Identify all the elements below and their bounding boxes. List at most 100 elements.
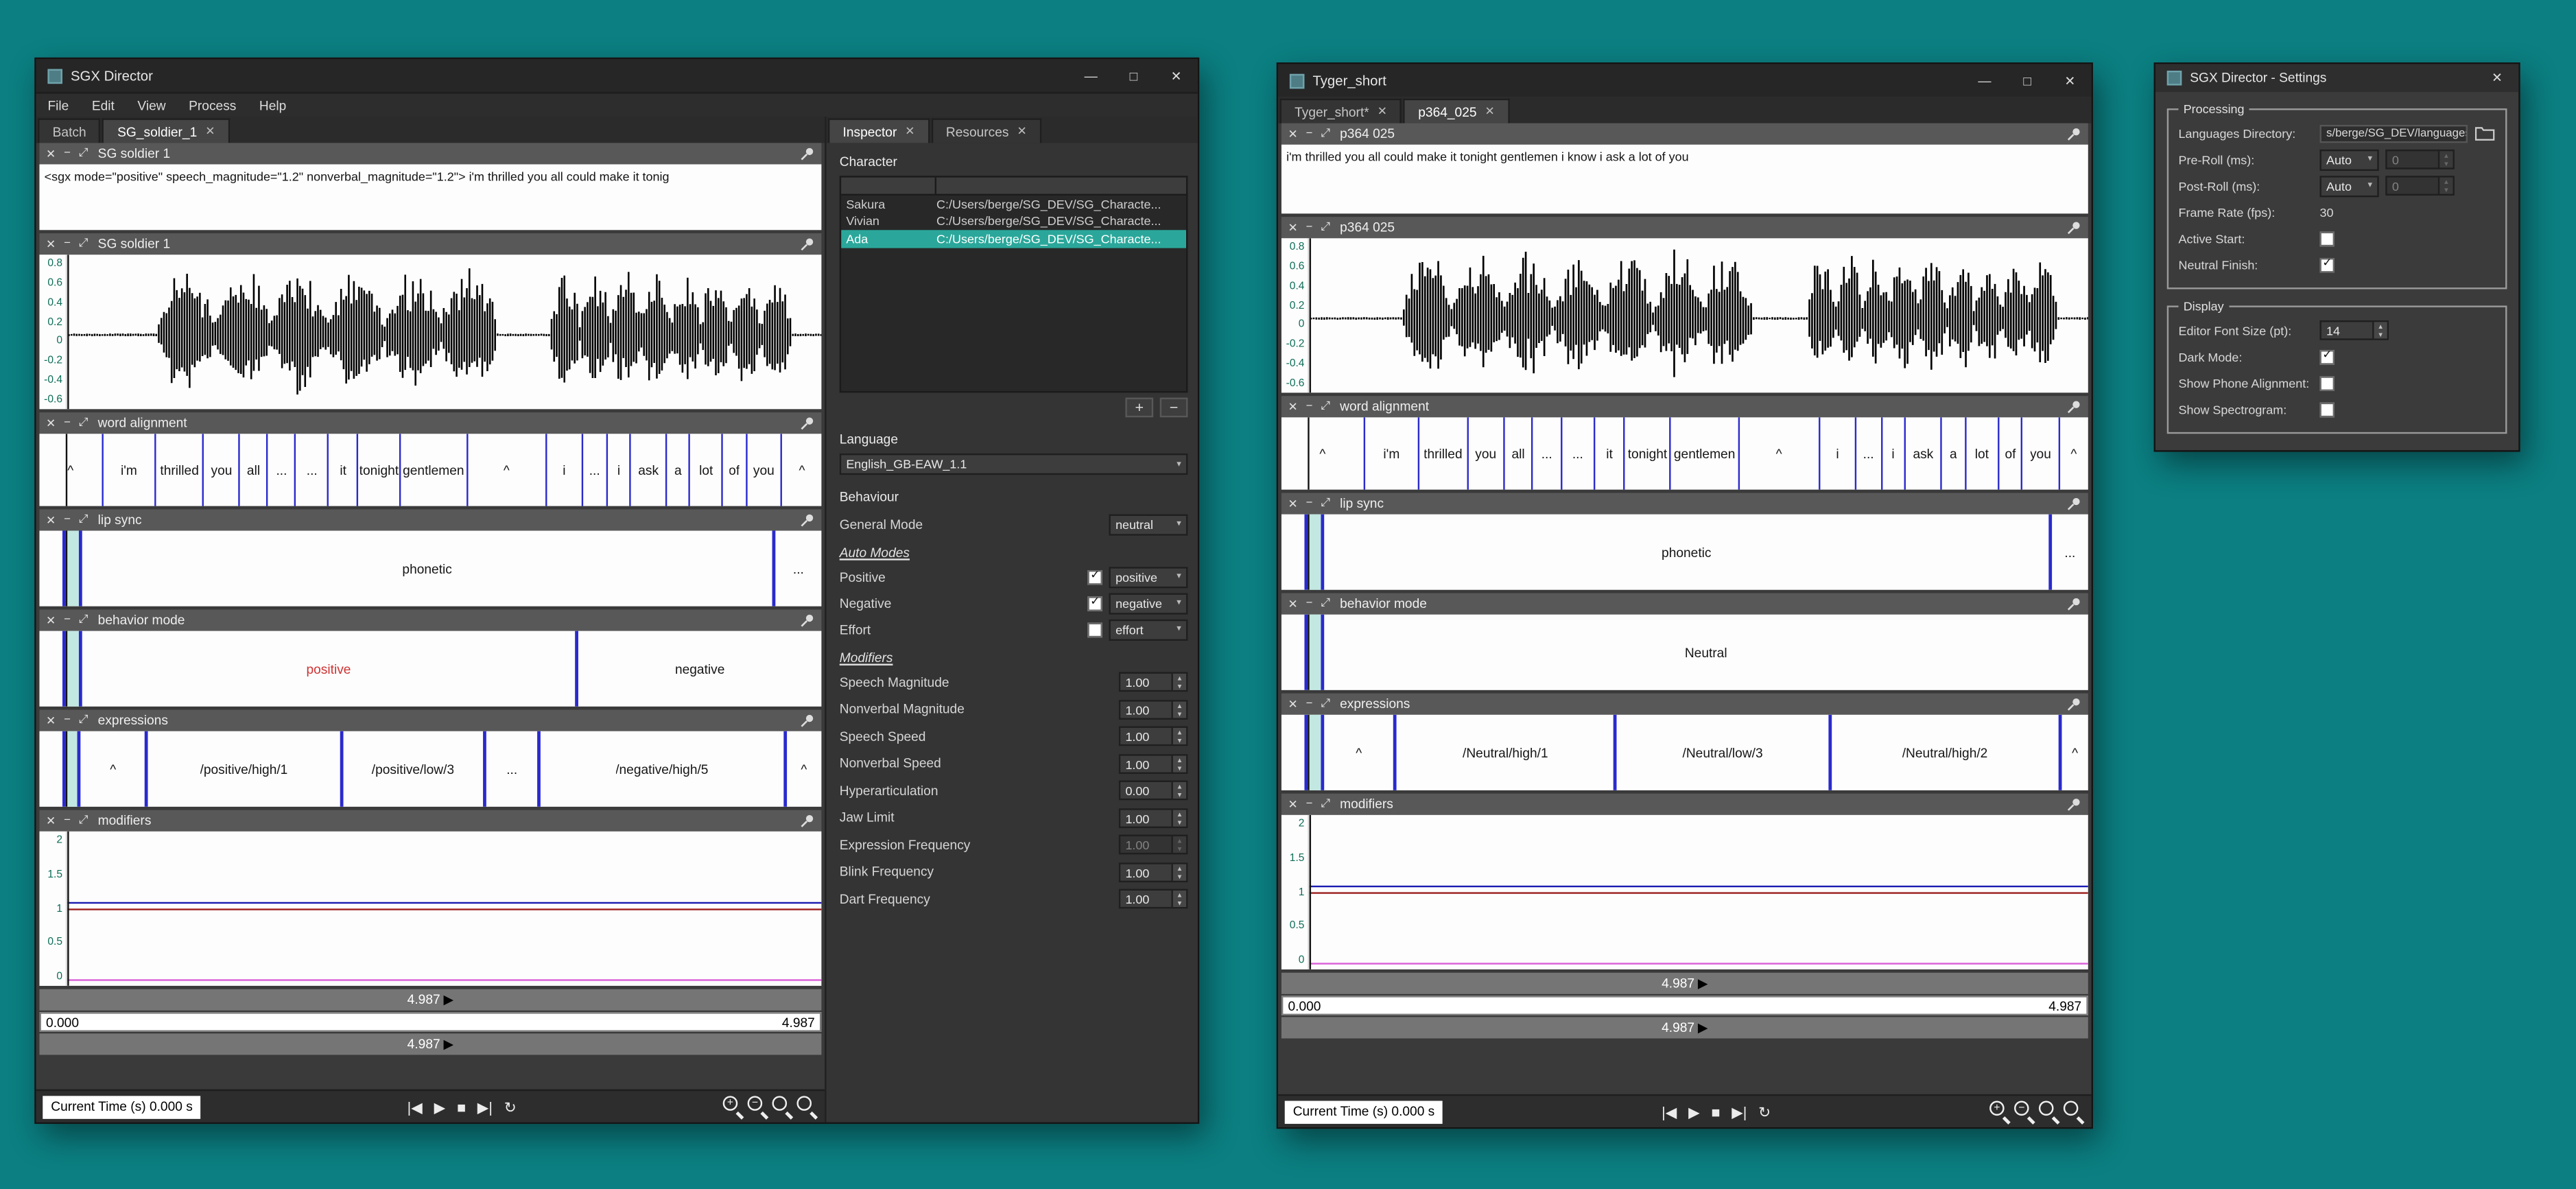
sgx-text-editor[interactable]: <sgx mode="positive" speech_magnitude="1… (39, 164, 821, 230)
word-segment[interactable]: ^ (39, 434, 102, 506)
expression-segment[interactable] (1281, 715, 1305, 790)
modifier-spinbox[interactable]: 1.00 ▲ ▼ (1119, 862, 1188, 882)
tab-tyger-short[interactable]: Tyger_short* ✕ (1280, 99, 1402, 123)
word-segment[interactable]: all (239, 434, 267, 506)
playhead[interactable] (66, 531, 67, 607)
spin-up-icon[interactable]: ▲ (1173, 837, 1186, 845)
word-segment[interactable]: of (1998, 417, 2022, 489)
expression-segment[interactable]: ^ (78, 731, 145, 807)
pin-icon[interactable] (2067, 399, 2082, 414)
spin-up-icon[interactable]: ▲ (1173, 891, 1186, 899)
word-segment[interactable]: a (1941, 417, 1965, 489)
active-start-checkbox[interactable] (2319, 231, 2335, 246)
zoom-in-button[interactable]: + (723, 1096, 744, 1117)
pin-icon[interactable] (2067, 496, 2082, 511)
panel-collapse-icon[interactable]: − (1306, 698, 1313, 710)
panel-expand-icon[interactable]: ⤢ (1321, 497, 1330, 510)
panel-collapse-icon[interactable]: − (1306, 498, 1313, 510)
auto-mode-select[interactable]: effort ▾ (1109, 619, 1187, 640)
auto-mode-checkbox[interactable]: ✓ (1087, 569, 1102, 585)
spin-up-icon[interactable]: ▲ (1173, 755, 1186, 764)
zoom-out-button[interactable]: − (2014, 1101, 2035, 1122)
word-segment[interactable]: ... (267, 434, 295, 506)
panel-close-icon[interactable]: ✕ (1288, 497, 1298, 510)
panel-collapse-icon[interactable]: − (64, 417, 71, 429)
post-roll-mode-select[interactable]: Auto ▾ (2319, 175, 2378, 196)
playhead[interactable] (67, 832, 69, 986)
word-segment[interactable]: i'm (102, 434, 154, 506)
menu-item[interactable]: Edit (80, 97, 126, 113)
minimize-button[interactable]: — (1963, 64, 2006, 97)
word-segment[interactable]: all (1503, 417, 1532, 489)
maximize-button[interactable]: □ (2006, 64, 2048, 97)
panel-collapse-icon[interactable]: − (64, 715, 71, 727)
panel-close-icon[interactable]: ✕ (1288, 128, 1298, 141)
modifier-spinbox[interactable]: 1.00 ▲ ▼ (1119, 700, 1188, 720)
spin-down-icon[interactable]: ▼ (1173, 872, 1186, 880)
text-editor[interactable]: i'm thrilled you all could make it tonig… (1281, 145, 2088, 214)
panel-expand-icon[interactable]: ⤢ (1321, 400, 1330, 413)
pin-icon[interactable] (2067, 220, 2082, 235)
spin-down-icon[interactable]: ▼ (1173, 790, 1186, 799)
modifier-spinbox[interactable]: 1.00 ▲ ▼ (1119, 835, 1188, 855)
character-row[interactable]: Sakura C:/Users/berge/SG_DEV/SG_Characte… (841, 196, 1186, 213)
word-segment[interactable]: i'm (1364, 417, 1418, 489)
waveform-plot[interactable] (1308, 238, 2088, 392)
word-segment[interactable]: ... (295, 434, 328, 506)
expression-segment[interactable] (39, 731, 62, 807)
spin-down-icon[interactable]: ▼ (2439, 186, 2453, 194)
panel-collapse-icon[interactable]: − (64, 238, 71, 250)
lip-sync-segment[interactable]: ... (772, 531, 822, 607)
panel-close-icon[interactable]: ✕ (46, 714, 56, 727)
panel-close-icon[interactable]: ✕ (46, 513, 56, 526)
playhead[interactable] (1308, 515, 1309, 590)
loop-button[interactable]: ↻ (1755, 1100, 1774, 1123)
word-segment[interactable]: a (665, 434, 689, 506)
spin-down-icon[interactable]: ▼ (1173, 845, 1186, 854)
spin-up-icon[interactable]: ▲ (1173, 674, 1186, 682)
panel-collapse-icon[interactable]: − (1306, 598, 1313, 610)
tab-resources[interactable]: Resources ✕ (931, 118, 1041, 143)
panel-close-icon[interactable]: ✕ (1288, 698, 1298, 711)
playhead[interactable] (66, 631, 67, 707)
timeline-ruler-bottom[interactable]: 4.987 ▶ (1281, 1017, 2088, 1038)
word-segment[interactable]: i (545, 434, 581, 506)
lip-sync-segment[interactable] (1305, 515, 1321, 590)
zoom-selection-button[interactable] (796, 1096, 818, 1117)
spin-up-icon[interactable]: ▲ (2439, 178, 2453, 186)
auto-mode-checkbox[interactable] (1087, 622, 1102, 637)
pre-roll-mode-select[interactable]: Auto ▾ (2319, 149, 2378, 170)
word-segment[interactable]: you (745, 434, 781, 506)
pin-icon[interactable] (800, 813, 815, 828)
pin-icon[interactable] (800, 416, 815, 431)
pin-icon[interactable] (800, 613, 815, 628)
word-segment[interactable]: ask (630, 434, 665, 506)
folder-browse-icon[interactable] (2474, 125, 2496, 141)
spin-up-icon[interactable]: ▲ (1173, 864, 1186, 872)
panel-collapse-icon[interactable]: − (64, 515, 71, 526)
panel-expand-icon[interactable]: ⤢ (1321, 221, 1330, 234)
pin-icon[interactable] (2067, 126, 2082, 141)
panel-close-icon[interactable]: ✕ (1288, 798, 1298, 811)
panel-close-icon[interactable]: ✕ (46, 147, 56, 160)
word-segment[interactable]: ^ (1281, 417, 1364, 489)
play-button[interactable]: ▶ (431, 1095, 449, 1118)
word-segment[interactable]: gentlemen (1670, 417, 1738, 489)
panel-close-icon[interactable]: ✕ (1288, 400, 1298, 413)
modifier-spinbox[interactable]: 1.00 ▲ ▼ (1119, 808, 1188, 828)
modifier-spinbox[interactable]: 1.00 ▲ ▼ (1119, 754, 1188, 774)
waveform-plot[interactable] (66, 255, 822, 409)
word-segment[interactable]: ^ (1738, 417, 1819, 489)
spin-down-icon[interactable]: ▼ (1173, 899, 1186, 908)
word-segment[interactable]: ... (581, 434, 606, 506)
spin-down-icon[interactable]: ▼ (1173, 764, 1186, 772)
show-spectrogram-checkbox[interactable] (2319, 402, 2335, 417)
menu-item[interactable]: Help (248, 97, 298, 113)
spin-up-icon[interactable]: ▲ (1173, 783, 1186, 791)
loop-button[interactable]: ↻ (501, 1095, 520, 1118)
close-button[interactable]: ✕ (2476, 64, 2518, 92)
expression-segment[interactable] (1305, 715, 1321, 790)
tab-close-icon[interactable]: ✕ (1017, 125, 1026, 138)
lip-sync-segment[interactable] (39, 531, 62, 607)
word-segment[interactable]: it (327, 434, 357, 506)
